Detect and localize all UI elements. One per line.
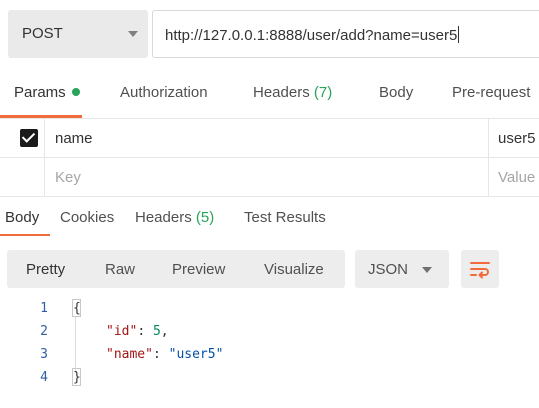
method-select[interactable]: POST xyxy=(8,10,148,58)
tab-test-results-label: Test Results xyxy=(244,209,326,226)
column-divider xyxy=(44,119,45,157)
param-key[interactable]: name xyxy=(55,130,93,147)
value-input[interactable]: Value xyxy=(498,169,535,186)
tab-test-results[interactable]: Test Results xyxy=(244,209,326,226)
param-row-empty: Key Value xyxy=(0,158,539,197)
code-content: "id": 5, xyxy=(106,324,169,339)
tab-prerequest[interactable]: Pre-request xyxy=(452,84,530,101)
code-line: 3 "name": "user5" xyxy=(0,344,539,367)
json-key: "name" xyxy=(106,347,153,362)
visualize-button[interactable]: Visualize xyxy=(264,261,324,278)
active-tab-indicator xyxy=(0,115,82,118)
tab-response-body[interactable]: Body xyxy=(5,209,39,226)
param-value[interactable]: user5 xyxy=(498,130,536,147)
text-cursor xyxy=(458,26,460,43)
method-label: POST xyxy=(22,25,63,42)
tab-headers-count: (7) xyxy=(313,84,333,101)
json-comma: , xyxy=(160,324,169,339)
column-divider xyxy=(488,158,489,196)
code-line: 4 } xyxy=(0,367,539,390)
close-brace: } xyxy=(73,370,81,385)
tab-headers-label: Headers xyxy=(253,84,310,101)
format-select-label: JSON xyxy=(368,261,409,278)
line-number: 2 xyxy=(40,324,48,339)
wrap-lines-button[interactable] xyxy=(461,250,499,288)
response-code-viewer[interactable]: 1 { 2 "id": 5, 3 "name": "user5" 4 } xyxy=(0,298,539,398)
tab-body[interactable]: Body xyxy=(379,84,413,101)
response-tabs: Body Cookies Headers (5) Test Results xyxy=(0,198,539,236)
url-value: http://127.0.0.1:8888/user/add?name=user… xyxy=(165,27,458,44)
tab-response-body-label: Body xyxy=(5,209,40,226)
checkbox-checked-icon[interactable] xyxy=(20,129,38,147)
tab-cookies-label: Cookies xyxy=(60,209,115,226)
tab-prerequest-label: Pre-request xyxy=(452,84,531,101)
param-row: name user5 xyxy=(0,119,539,158)
request-tabs: Params Authorization Headers (7) Body Pr… xyxy=(0,74,539,119)
json-key: "id" xyxy=(106,324,138,339)
chevron-down-icon xyxy=(128,31,138,37)
tab-response-headers-count: (5) xyxy=(195,209,215,226)
tab-body-label: Body xyxy=(379,84,414,101)
format-select[interactable]: JSON xyxy=(355,250,449,288)
tab-params-label: Params xyxy=(14,84,66,101)
url-text: http://127.0.0.1:8888/user/add?name=user… xyxy=(165,26,460,44)
key-input[interactable]: Key xyxy=(55,169,81,186)
line-number: 1 xyxy=(40,301,48,316)
request-bar: POST http://127.0.0.1:8888/user/add?name… xyxy=(0,0,539,70)
column-divider xyxy=(44,158,45,196)
line-number: 3 xyxy=(40,347,48,362)
params-active-dot-icon xyxy=(71,88,80,96)
tab-headers[interactable]: Headers (7) xyxy=(253,84,332,101)
line-number: 4 xyxy=(40,370,48,385)
json-string-value: "user5" xyxy=(168,347,224,362)
pretty-button[interactable]: Pretty xyxy=(26,261,65,278)
active-response-tab-indicator xyxy=(0,234,50,236)
tab-response-headers[interactable]: Headers (5) xyxy=(135,209,214,226)
preview-button[interactable]: Preview xyxy=(172,261,225,278)
code-content: "name": "user5" xyxy=(106,347,223,362)
wrap-lines-icon xyxy=(470,262,490,279)
json-colon: : xyxy=(152,347,169,362)
tab-authorization[interactable]: Authorization xyxy=(120,84,208,101)
view-mode-group: Pretty Raw Preview Visualize xyxy=(7,250,345,288)
format-toolbar: Pretty Raw Preview Visualize JSON xyxy=(0,247,539,291)
chevron-down-icon xyxy=(422,267,432,273)
code-line: 2 "id": 5, xyxy=(0,321,539,344)
tab-cookies[interactable]: Cookies xyxy=(60,209,114,226)
column-divider xyxy=(488,119,489,157)
json-number-value: 5 xyxy=(152,324,161,339)
params-table: name user5 Key Value xyxy=(0,119,539,197)
tab-params[interactable]: Params xyxy=(14,84,80,101)
raw-button[interactable]: Raw xyxy=(105,261,135,278)
tab-authorization-label: Authorization xyxy=(120,84,208,101)
open-brace: { xyxy=(73,301,81,316)
code-line: 1 { xyxy=(0,298,539,321)
url-input[interactable]: http://127.0.0.1:8888/user/add?name=user… xyxy=(152,10,539,58)
json-colon: : xyxy=(137,324,153,339)
tab-response-headers-label: Headers xyxy=(135,209,192,226)
